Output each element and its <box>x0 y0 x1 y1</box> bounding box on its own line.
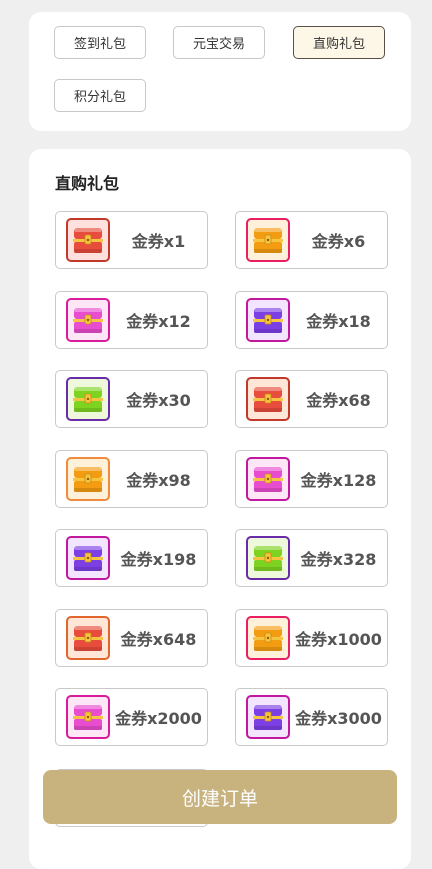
green-treasure-chest-icon <box>246 536 290 580</box>
gift-item-label: 金券x12 <box>126 311 191 331</box>
gift-item-label: 金券x1000 <box>295 629 382 649</box>
tab-direct-purchase-gift[interactable]: 直购礼包 <box>293 26 385 59</box>
magenta-treasure-chest-icon <box>66 695 110 739</box>
gift-item-label: 金券x2000 <box>115 709 202 728</box>
gift-item-label: 金券x1 <box>131 232 186 251</box>
orange-treasure-chest-icon <box>66 456 110 501</box>
create-order-button[interactable]: 创建订单 <box>43 770 397 824</box>
gift-item[interactable]: 金券x98 <box>55 449 208 508</box>
gift-item-label: 金券x6 <box>311 232 366 251</box>
tab-ingot-trade[interactable]: 元宝交易 <box>173 26 265 59</box>
tab-panel: 签到礼包 元宝交易 直购礼包 积分礼包 <box>29 12 411 131</box>
tab-points-gift[interactable]: 积分礼包 <box>54 79 146 112</box>
gift-item[interactable]: 金券x1000 <box>235 608 388 667</box>
tab-sign-in-gift[interactable]: 签到礼包 <box>54 26 146 59</box>
purple-treasure-chest-icon <box>246 695 290 739</box>
magenta-treasure-chest-icon <box>66 297 110 342</box>
gift-item-label: 金券x68 <box>306 391 371 410</box>
gift-item[interactable]: 金券x18 <box>235 290 388 349</box>
red-treasure-chest-icon <box>246 377 290 421</box>
gift-item-label: 金券x648 <box>120 629 197 649</box>
gift-item[interactable]: 金券x3000 <box>235 688 388 746</box>
gift-item-label: 金券x18 <box>306 311 371 331</box>
gift-panel: 直购礼包 金券x1 金券x6 金券x12 金券x18 金券x30 金券x68 金券x98 金券… <box>29 149 411 869</box>
gift-item-label: 金券x198 <box>120 550 197 569</box>
gift-item-label: 金券x328 <box>300 550 377 569</box>
gift-item-label: 金券x30 <box>126 391 191 410</box>
magenta-treasure-chest-icon <box>246 456 290 501</box>
gift-item[interactable]: 金券x328 <box>235 529 388 587</box>
section-title: 直购礼包 <box>55 174 120 193</box>
gift-item[interactable]: 金券x2000 <box>55 688 208 746</box>
gift-item-label: 金券x128 <box>300 470 377 490</box>
gift-item-label: 金券x3000 <box>295 709 382 728</box>
red-treasure-chest-icon <box>66 615 110 660</box>
gift-item[interactable]: 金券x128 <box>235 449 388 508</box>
orange-treasure-chest-icon <box>246 615 290 660</box>
green-treasure-chest-icon <box>66 377 110 421</box>
gift-item[interactable]: 金券x68 <box>235 370 388 428</box>
gift-item[interactable]: 金券x198 <box>55 529 208 587</box>
gift-item-label: 金券x98 <box>126 470 191 490</box>
purple-treasure-chest-icon <box>66 536 110 580</box>
gift-item[interactable]: 金券x648 <box>55 608 208 667</box>
purple-treasure-chest-icon <box>246 297 290 342</box>
gift-item[interactable]: 金券x30 <box>55 370 208 428</box>
orange-treasure-chest-icon <box>246 218 290 262</box>
gift-item[interactable]: 金券x6 <box>235 211 388 269</box>
gift-item[interactable]: 金券x1 <box>55 211 208 269</box>
red-treasure-chest-icon <box>66 218 110 262</box>
gift-item[interactable]: 金券x12 <box>55 290 208 349</box>
